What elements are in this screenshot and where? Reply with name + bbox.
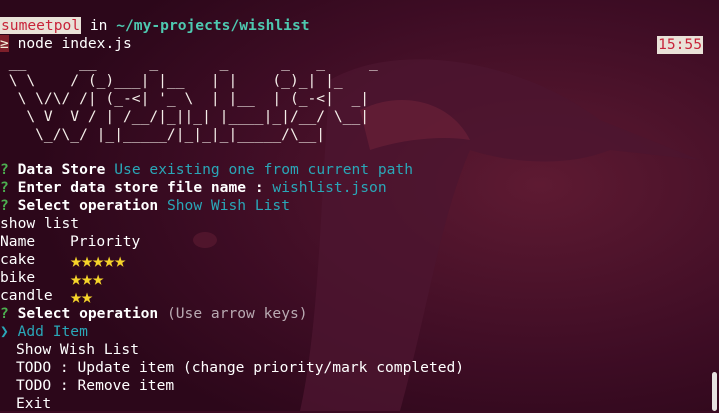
- table-row: candle ★★: [0, 286, 93, 306]
- menu-option-show-wish-list[interactable]: Show Wish List: [16, 341, 139, 359]
- question-mark: ?: [0, 305, 9, 322]
- table-row: bike ★★★: [0, 268, 104, 288]
- terminal-output: sumeetpol in ~/my-projects/wishlist ≥ no…: [0, 0, 719, 413]
- output-heading: show list: [0, 215, 80, 232]
- command-text: node index.js: [8, 35, 132, 52]
- question-label: Data Store: [17, 161, 106, 178]
- ascii-art-line: \ \ / (_)___| |__ | | (_)_| |_: [0, 72, 361, 89]
- question-answer: wishlist.json: [272, 179, 387, 196]
- menu-option-update-item[interactable]: TODO : Update item (change priority/mark…: [16, 359, 464, 377]
- prompt-in: in: [81, 17, 117, 34]
- item-name: bike: [0, 269, 36, 286]
- ascii-art-line: \ \/\/ /| (_-<| '_ \ | |__ | (_-<| _|: [0, 90, 370, 107]
- question-answer: Use existing one from current path: [114, 161, 413, 178]
- menu-option-remove-item[interactable]: TODO : Remove item: [16, 377, 174, 395]
- prompt-line: sumeetpol in ~/my-projects/wishlist: [0, 17, 310, 35]
- item-name: candle: [0, 287, 53, 304]
- question-mark: ?: [0, 179, 9, 196]
- selection-pointer-icon: ❯: [0, 323, 9, 340]
- question-answer: Show Wish List: [166, 197, 290, 214]
- question-mark: ?: [0, 161, 9, 178]
- question-label: Enter data store file name :: [17, 179, 264, 196]
- question-label: Select operation: [17, 305, 159, 322]
- ascii-art-line: __ __ _ _ _ _ _: [0, 54, 378, 71]
- prompt-path: ~/my-projects/wishlist: [116, 17, 310, 34]
- prompt-symbol: ≥: [0, 35, 9, 52]
- table-row: cake ★★★★★: [0, 250, 126, 270]
- menu-option-exit[interactable]: Exit: [16, 395, 51, 413]
- scrollbar-thumb[interactable]: [712, 372, 717, 411]
- question-data-store: ? Data Store Use existing one from curre…: [0, 161, 413, 179]
- clock-time: 15:55: [657, 36, 703, 54]
- command-line: ≥ node index.js: [0, 35, 132, 53]
- table-header: Name Priority: [0, 233, 140, 251]
- menu-option-label: Add Item: [17, 323, 88, 340]
- question-file-name: ? Enter data store file name : wishlist.…: [0, 179, 387, 197]
- item-name: cake: [0, 251, 36, 268]
- menu-question: ? Select operation (Use arrow keys): [0, 305, 308, 323]
- question-operation: ? Select operation Show Wish List: [0, 197, 290, 215]
- ascii-art-line: \_/\_/ |_|_____/|_|_|_|_____/\__|: [0, 126, 326, 143]
- menu-hint: (Use arrow keys): [166, 305, 308, 322]
- question-mark: ?: [0, 197, 9, 214]
- priority-stars: ★★: [70, 284, 93, 308]
- question-label: Select operation: [17, 197, 159, 214]
- ascii-art-line: \ V V / | /__/|_||_| |____|_|/__/ \__|: [0, 108, 370, 125]
- menu-option-add-item[interactable]: ❯ Add Item: [0, 323, 88, 341]
- prompt-user: sumeetpol: [0, 17, 82, 34]
- column-name: Name: [0, 233, 36, 250]
